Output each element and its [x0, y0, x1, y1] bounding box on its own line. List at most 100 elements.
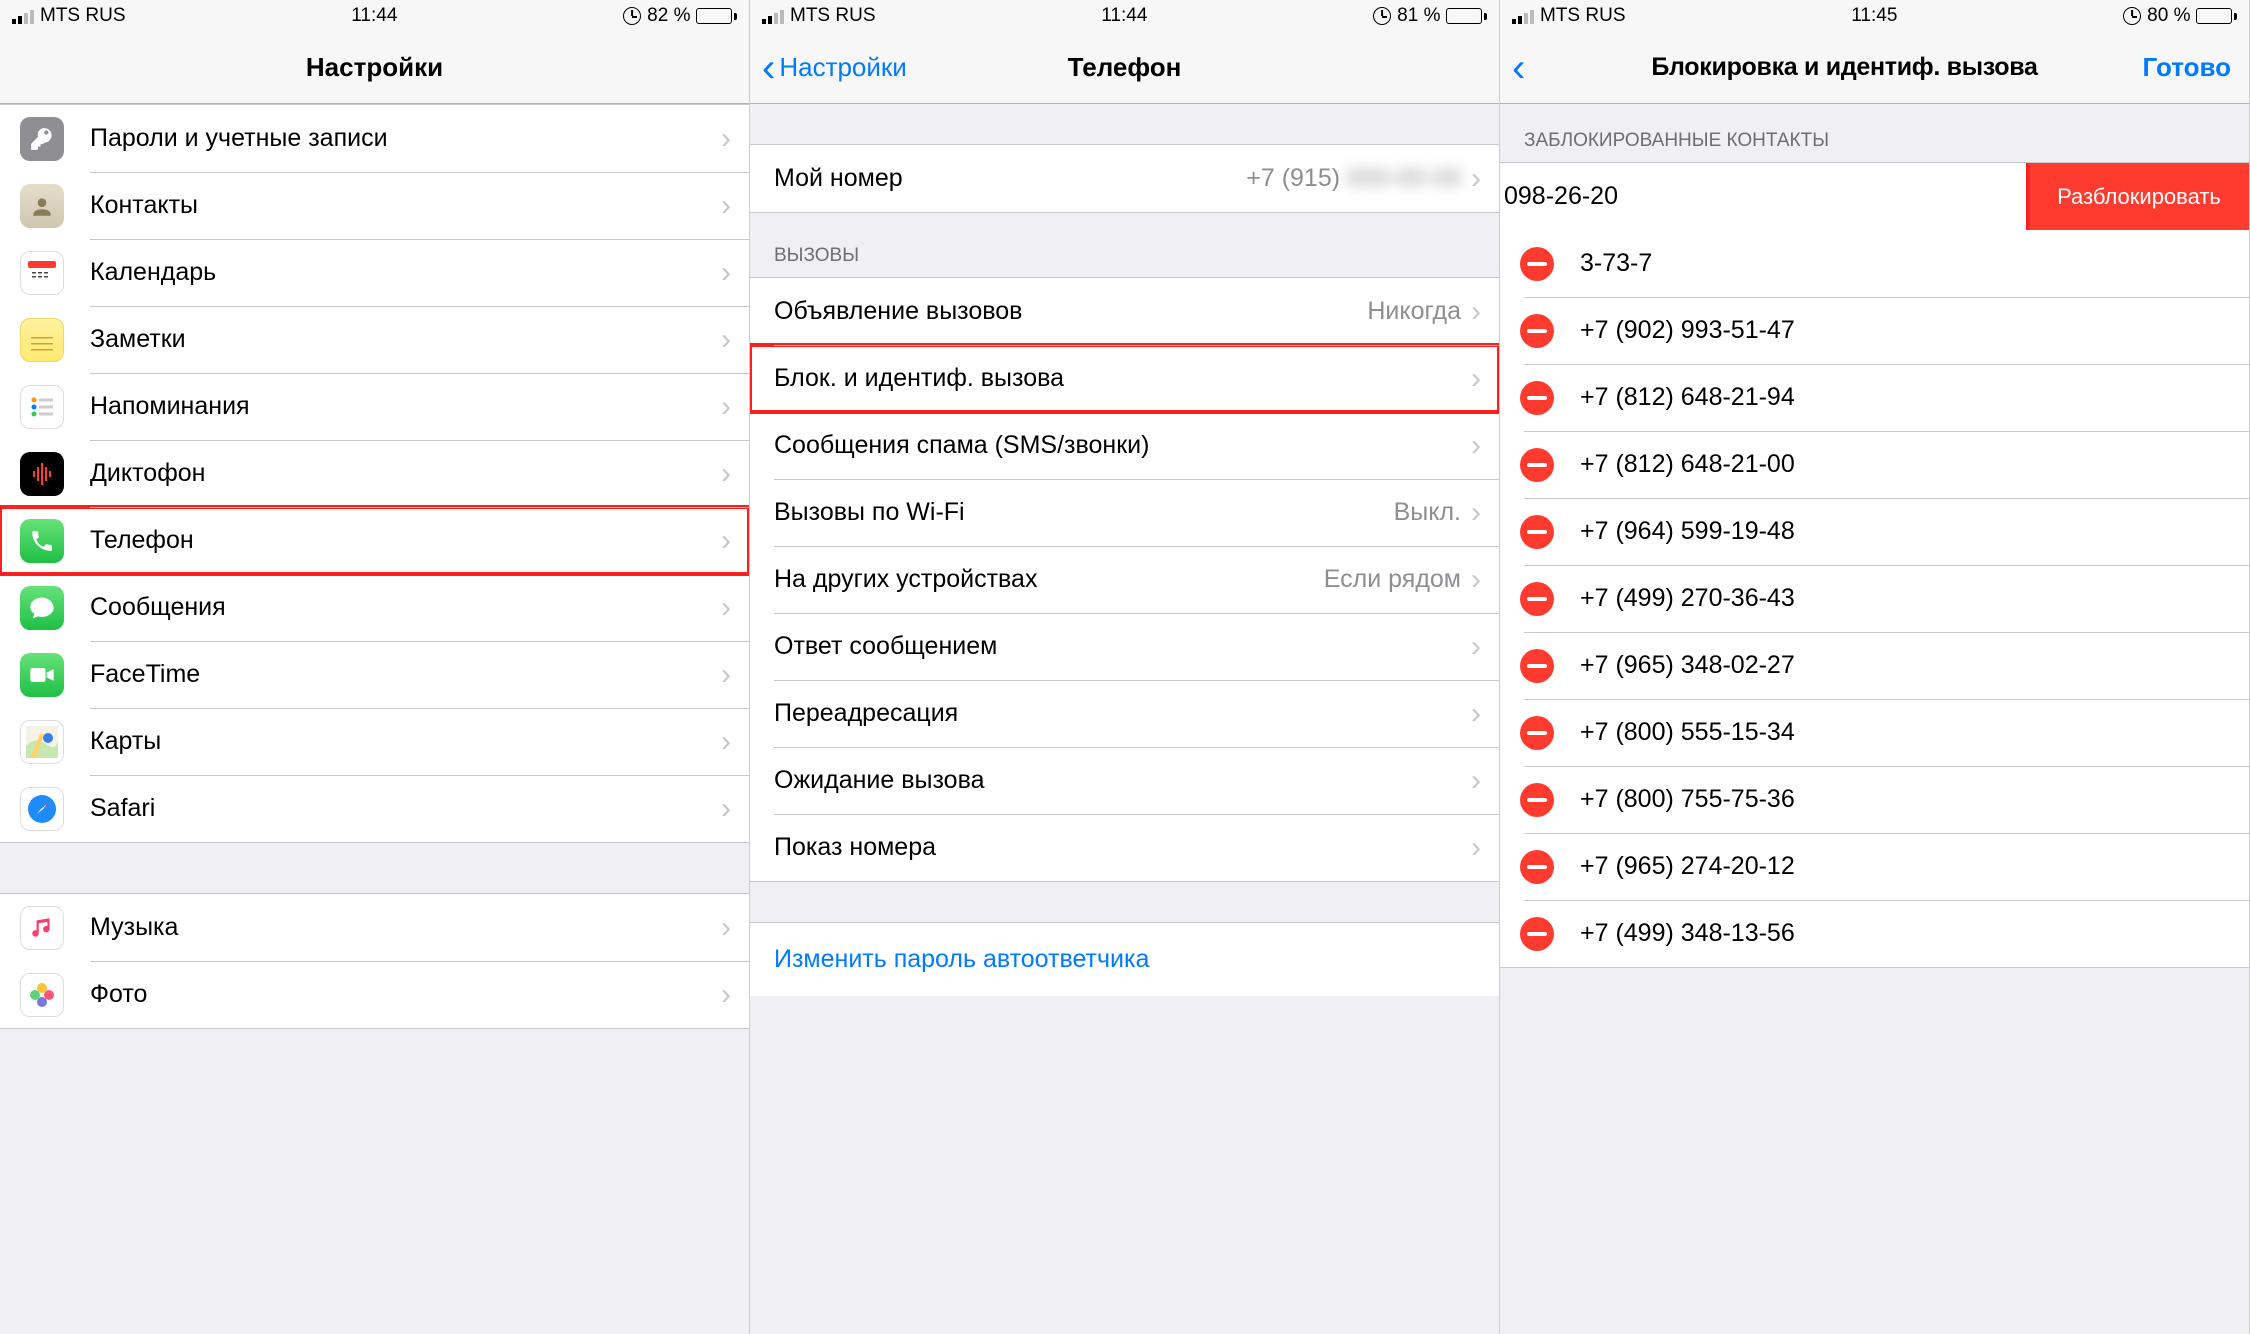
- back-button[interactable]: ‹ Настройки: [762, 52, 907, 83]
- settings-row-passwords[interactable]: Пароли и учетные записи ›: [0, 105, 749, 172]
- row-value: +7 (915) 000-00-00: [1246, 164, 1461, 193]
- facetime-icon: [20, 653, 64, 697]
- row-value: Выкл.: [1394, 498, 1461, 527]
- blocked-contact-row[interactable]: +7 (800) 555-15-34: [1500, 699, 2249, 766]
- row-label: Сообщения спама (SMS/звонки): [774, 431, 1471, 460]
- settings-row-facetime[interactable]: FaceTime ›: [0, 641, 749, 708]
- settings-row-music[interactable]: Музыка ›: [0, 894, 749, 961]
- status-bar: MTS RUS 11:44 82 %: [0, 0, 749, 32]
- delete-circle-icon[interactable]: [1520, 783, 1554, 817]
- row-label: Ожидание вызова: [774, 766, 1471, 795]
- row-call-blocking[interactable]: Блок. и идентиф. вызова ›: [750, 345, 1499, 412]
- row-call-announce[interactable]: Объявление вызовов Никогда ›: [750, 278, 1499, 345]
- row-respond-with-text[interactable]: Ответ сообщением ›: [750, 613, 1499, 680]
- done-button[interactable]: Готово: [2143, 52, 2231, 83]
- safari-icon: [20, 787, 64, 831]
- delete-circle-icon[interactable]: [1520, 850, 1554, 884]
- settings-row-contacts[interactable]: Контакты ›: [0, 172, 749, 239]
- row-label: Объявление вызовов: [774, 297, 1367, 326]
- row-label: Контакты: [90, 191, 721, 220]
- settings-row-notes[interactable]: Заметки ›: [0, 306, 749, 373]
- row-label: Карты: [90, 727, 721, 756]
- row-label: Календарь: [90, 258, 721, 287]
- signal-icon: [1512, 8, 1534, 24]
- settings-row-voice-memos[interactable]: Диктофон ›: [0, 440, 749, 507]
- row-label: Диктофон: [90, 459, 721, 488]
- row-label: Пароли и учетные записи: [90, 124, 721, 153]
- blocked-contact-row[interactable]: +7 (499) 348-13-56: [1500, 900, 2249, 967]
- delete-circle-icon[interactable]: [1520, 247, 1554, 281]
- delete-circle-icon[interactable]: [1520, 917, 1554, 951]
- battery-icon: [1446, 8, 1487, 24]
- contacts-icon: [20, 184, 64, 228]
- row-wifi-calling[interactable]: Вызовы по Wi-Fi Выкл. ›: [750, 479, 1499, 546]
- row-label: Напоминания: [90, 392, 721, 421]
- blocked-contact-row[interactable]: +7 (965) 348-02-27: [1500, 632, 2249, 699]
- blocked-number-label: +7 (800) 755-75-36: [1580, 785, 2231, 814]
- blocked-number-label: +7 (965) 274-20-12: [1580, 852, 2231, 881]
- blocked-number-label: +7 (499) 348-13-56: [1580, 919, 2231, 948]
- carrier-label: MTS RUS: [790, 5, 876, 27]
- row-show-my-caller-id[interactable]: Показ номера ›: [750, 814, 1499, 881]
- signal-icon: [762, 8, 784, 24]
- settings-row-photos[interactable]: Фото ›: [0, 961, 749, 1028]
- page-title: Настройки: [0, 52, 749, 83]
- settings-row-calendar[interactable]: Календарь ›: [0, 239, 749, 306]
- section-header-calls: ВЫЗОВЫ: [750, 213, 1499, 277]
- status-bar: MTS RUS 11:45 80 %: [1500, 0, 2249, 32]
- blocked-contact-row[interactable]: +7 (499) 270-36-43: [1500, 565, 2249, 632]
- page-title: Блокировка и идентиф. вызова: [1500, 53, 2249, 82]
- row-call-waiting[interactable]: Ожидание вызова ›: [750, 747, 1499, 814]
- settings-row-maps[interactable]: Карты ›: [0, 708, 749, 775]
- battery-pct-label: 81 %: [1397, 5, 1440, 27]
- clock-label: 11:44: [351, 5, 397, 27]
- settings-row-reminders[interactable]: Напоминания ›: [0, 373, 749, 440]
- back-label: Настройки: [779, 52, 907, 83]
- blocked-number-label: +7 (800) 555-15-34: [1580, 718, 2231, 747]
- blocked-contact-row[interactable]: +7 (964) 599-19-48: [1500, 498, 2249, 565]
- row-spam-reporting[interactable]: Сообщения спама (SMS/звонки) ›: [750, 412, 1499, 479]
- phone-settings-pane: MTS RUS 11:44 81 % ‹ Настройки Телефон М…: [750, 0, 1500, 1334]
- row-other-devices[interactable]: На других устройствах Если рядом ›: [750, 546, 1499, 613]
- battery-icon: [2196, 8, 2237, 24]
- clock-label: 11:44: [1101, 5, 1147, 27]
- delete-circle-icon[interactable]: [1520, 649, 1554, 683]
- blocked-contact-row[interactable]: +7 (902) 993-51-47: [1500, 297, 2249, 364]
- delete-circle-icon[interactable]: [1520, 314, 1554, 348]
- delete-circle-icon[interactable]: [1520, 716, 1554, 750]
- nav-bar: ‹ Настройки Телефон: [750, 32, 1499, 104]
- settings-row-safari[interactable]: Safari ›: [0, 775, 749, 842]
- blocked-number-label: 3-73-7: [1580, 249, 2231, 278]
- blocked-contact-row[interactable]: +7 (812) 648-21-00: [1500, 431, 2249, 498]
- music-icon: [20, 906, 64, 950]
- battery-pct-label: 82 %: [647, 5, 690, 27]
- unblock-button[interactable]: Разблокировать: [2029, 163, 2249, 230]
- blocked-contact-row[interactable]: +7 (965) 274-20-12: [1500, 833, 2249, 900]
- my-number-row[interactable]: Мой номер +7 (915) 000-00-00 ›: [750, 145, 1499, 212]
- signal-icon: [12, 8, 34, 24]
- settings-row-phone[interactable]: Телефон ›: [0, 507, 749, 574]
- blocked-contacts-pane: MTS RUS 11:45 80 % ‹ Блокировка и иденти…: [1500, 0, 2250, 1334]
- delete-circle-icon[interactable]: [1520, 448, 1554, 482]
- nav-bar: ‹ Блокировка и идентиф. вызова Готово: [1500, 32, 2249, 104]
- blocked-contact-row[interactable]: 098-26-20 Разблокировать: [1500, 163, 2249, 230]
- photos-icon: [20, 973, 64, 1017]
- row-label: Телефон: [90, 526, 721, 555]
- row-call-forwarding[interactable]: Переадресация ›: [750, 680, 1499, 747]
- alarm-icon: [1373, 7, 1391, 25]
- blocked-contact-row[interactable]: 3-73-7: [1500, 230, 2249, 297]
- delete-circle-icon[interactable]: [1520, 515, 1554, 549]
- change-voicemail-password-link[interactable]: Изменить пароль автоответчика: [750, 922, 1499, 996]
- settings-row-messages[interactable]: Сообщения ›: [0, 574, 749, 641]
- carrier-label: MTS RUS: [1540, 5, 1626, 27]
- delete-circle-icon[interactable]: [1520, 381, 1554, 415]
- row-label: Показ номера: [774, 833, 1471, 862]
- reminders-icon: [20, 385, 64, 429]
- alarm-icon: [623, 7, 641, 25]
- row-label: Safari: [90, 794, 721, 823]
- blocked-contact-row[interactable]: +7 (812) 648-21-94: [1500, 364, 2249, 431]
- blocked-contact-row[interactable]: +7 (800) 755-75-36: [1500, 766, 2249, 833]
- delete-circle-icon[interactable]: [1520, 582, 1554, 616]
- calendar-icon: [20, 251, 64, 295]
- key-icon: [20, 117, 64, 161]
